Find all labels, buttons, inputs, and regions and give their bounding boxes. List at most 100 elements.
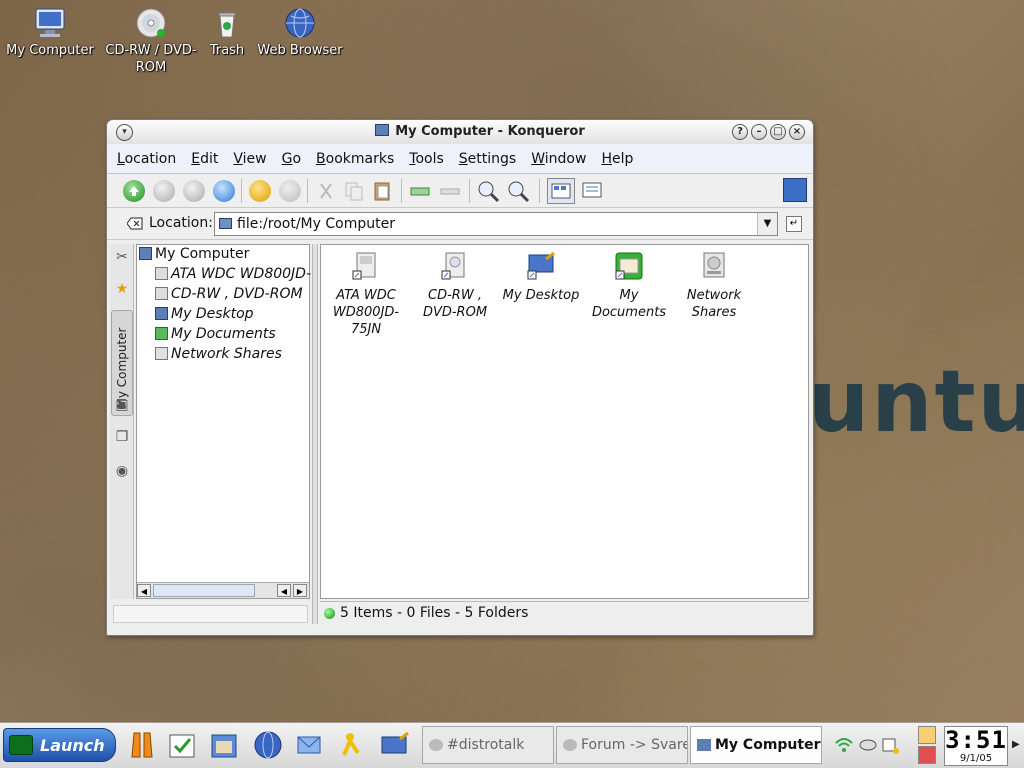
- paste-icon[interactable]: [369, 178, 395, 204]
- zoom-out-icon[interactable]: [505, 178, 531, 204]
- tree-view: My Computer ATA WDC WD800JD- CD-RW , DVD…: [136, 244, 311, 599]
- launch-button[interactable]: Launch: [3, 728, 116, 762]
- file-icon-view: ATA WDC WD800JD-75JN CD-RW , DVD-ROM My …: [320, 244, 809, 599]
- back-button[interactable]: [151, 178, 177, 204]
- history-icon[interactable]: ❐: [111, 424, 133, 450]
- minimize-button[interactable]: –: [751, 124, 767, 140]
- menu-go[interactable]: Go: [282, 151, 301, 167]
- file-item-documents[interactable]: My Documents: [584, 251, 674, 321]
- konqueror-window: ▾ My Computer - Konqueror ? – □ × Locati…: [106, 119, 814, 636]
- clear-location-icon[interactable]: [126, 217, 143, 230]
- desktop-icon-web-browser[interactable]: Web Browser: [252, 2, 348, 59]
- navigation-panel-tabs: ✂ ★ My Computer ▣ ❐ ◉: [110, 244, 134, 599]
- network-drive-icon: [155, 347, 168, 360]
- icon-view-button[interactable]: [547, 178, 575, 204]
- globe-icon[interactable]: [252, 729, 284, 761]
- menu-help[interactable]: Help: [601, 151, 633, 167]
- computer-icon: [33, 6, 67, 40]
- tree-item-harddisk[interactable]: ATA WDC WD800JD-: [155, 266, 311, 282]
- scroll-thumb[interactable]: [153, 584, 255, 597]
- clock-date: 9/1/05: [959, 753, 993, 764]
- window-title: My Computer - Konqueror: [107, 124, 813, 139]
- stop-icon[interactable]: [277, 178, 303, 204]
- menu-bookmarks[interactable]: Bookmarks: [316, 151, 394, 167]
- clock[interactable]: 3:51 9/1/05: [944, 726, 1008, 766]
- file-item-desktop[interactable]: My Desktop: [496, 251, 586, 304]
- calendar-check-icon[interactable]: [166, 729, 198, 761]
- panel-hide-arrow-icon[interactable]: ▶: [1012, 739, 1020, 750]
- scroll-left-icon[interactable]: ◀: [137, 584, 151, 597]
- forward-button[interactable]: [181, 178, 207, 204]
- home-button[interactable]: [211, 178, 237, 204]
- menu-edit[interactable]: Edit: [191, 151, 218, 167]
- tree-item-network-shares[interactable]: Network Shares: [155, 346, 282, 362]
- file-item-network-shares[interactable]: Network Shares: [669, 251, 759, 321]
- menu-window[interactable]: Window: [531, 151, 586, 167]
- help-button[interactable]: ?: [732, 124, 748, 140]
- new-folder-icon[interactable]: [407, 178, 433, 204]
- tree-horizontal-scrollbar[interactable]: ◀ ◀ ▶: [137, 582, 309, 598]
- menu-location[interactable]: Location: [117, 151, 176, 167]
- wallpaper-logo-text: untu: [808, 352, 1024, 452]
- tree-item-documents[interactable]: My Documents: [155, 326, 276, 342]
- content-area: ✂ ★ My Computer ▣ ❐ ◉ My Computer ATA WD…: [107, 242, 813, 635]
- menu-settings[interactable]: Settings: [459, 151, 516, 167]
- chevron-down-icon[interactable]: ▼: [757, 213, 777, 235]
- file-manager-icon[interactable]: [208, 729, 240, 761]
- window-title-text: My Computer - Konqueror: [395, 124, 585, 139]
- tree-item-desktop[interactable]: My Desktop: [155, 306, 254, 322]
- chat-icon: [429, 739, 443, 751]
- menu-tools[interactable]: Tools: [409, 151, 444, 167]
- lifevest-icon[interactable]: [126, 729, 158, 761]
- up-button[interactable]: [121, 178, 147, 204]
- close-button[interactable]: ×: [789, 124, 805, 140]
- menubar: Location Edit View Go Bookmarks Tools Se…: [107, 144, 813, 174]
- tree-root[interactable]: My Computer: [139, 246, 249, 262]
- clock-time: 3:51: [945, 726, 1007, 754]
- desktop-icon-my-computer[interactable]: My Computer: [2, 2, 98, 59]
- maximize-button[interactable]: □: [770, 124, 786, 140]
- documents-icon: [155, 327, 168, 340]
- file-item-label: ATA WDC WD800JD-75JN: [332, 288, 400, 337]
- file-item-harddisk[interactable]: ATA WDC WD800JD-75JN: [321, 251, 411, 338]
- network-icon[interactable]: ◉: [111, 458, 133, 484]
- file-item-cdrom[interactable]: CD-RW , DVD-ROM: [410, 251, 500, 321]
- location-input[interactable]: file:/root/My Computer ▼: [214, 212, 778, 236]
- remove-icon[interactable]: [437, 178, 463, 204]
- computer-icon[interactable]: ▣: [111, 392, 133, 418]
- computer-icon: [375, 124, 390, 136]
- scroll-right-icon[interactable]: ▶: [293, 584, 307, 597]
- go-button[interactable]: ↵: [786, 216, 802, 232]
- cut-icon[interactable]: [313, 178, 339, 204]
- email-client-icon[interactable]: [294, 729, 326, 761]
- scroll-left-icon[interactable]: ◀: [277, 584, 291, 597]
- window-titlebar[interactable]: ▾ My Computer - Konqueror ? – □ ×: [107, 120, 813, 144]
- desktop-switch-icon[interactable]: [378, 729, 410, 761]
- wifi-icon[interactable]: [834, 735, 854, 755]
- network-drive-icon: [699, 251, 729, 281]
- bookmarks-star-icon[interactable]: ★: [111, 276, 133, 302]
- computer-icon: [697, 739, 711, 751]
- task-my-computer[interactable]: My Computer -: [690, 726, 822, 764]
- harddisk-icon: [351, 251, 381, 281]
- panel-splitter[interactable]: [312, 244, 318, 624]
- file-item-label: Network Shares: [686, 288, 742, 320]
- computer-icon: [219, 218, 232, 229]
- launch-label: Launch: [40, 736, 105, 755]
- tree-item-cdrom[interactable]: CD-RW , DVD-ROM: [155, 286, 303, 302]
- menu-view[interactable]: View: [233, 151, 266, 167]
- tools-icon[interactable]: ✂: [111, 244, 133, 270]
- logout-icon[interactable]: [918, 746, 936, 764]
- lock-screen-icon[interactable]: [918, 726, 936, 744]
- task-forum[interactable]: Forum -> Svarer: [556, 726, 688, 764]
- kde-logo-icon: [9, 735, 33, 755]
- volume-icon[interactable]: [858, 735, 878, 755]
- reload-icon[interactable]: [247, 178, 273, 204]
- task-distrotalk[interactable]: #distrotalk: [422, 726, 554, 764]
- zoom-in-icon[interactable]: [475, 178, 501, 204]
- instant-messenger-icon[interactable]: [336, 729, 368, 761]
- copy-icon[interactable]: [341, 178, 367, 204]
- globe-icon: [283, 6, 317, 40]
- clipboard-icon[interactable]: [880, 735, 900, 755]
- detail-view-button[interactable]: [579, 178, 605, 204]
